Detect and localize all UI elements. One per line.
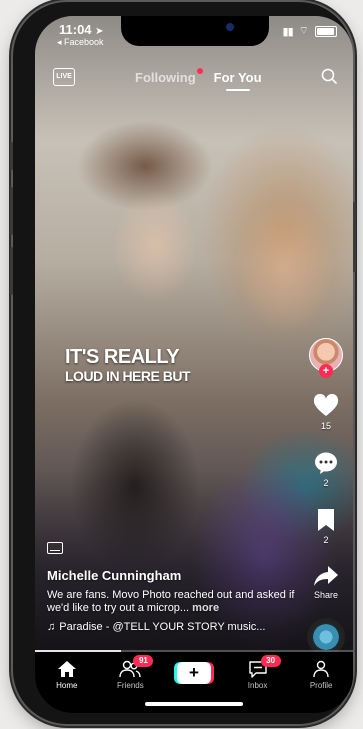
inbox-badge: 30 <box>260 655 281 667</box>
overlay-line-2: LOUD IN HERE BUT <box>65 368 191 384</box>
video-caption: Michelle Cunningham We are fans. Movo Ph… <box>47 542 297 633</box>
bookmark-icon <box>318 509 334 531</box>
like-button[interactable]: 15 <box>313 394 339 431</box>
feed-tabs: Following For You <box>135 68 262 91</box>
tab-for-you-label: For You <box>213 70 262 85</box>
save-button[interactable]: 2 <box>316 508 336 545</box>
create-button[interactable]: + <box>176 662 211 684</box>
music-track-label: Paradise - @TELL YOUR STORY music... <box>59 621 266 633</box>
side-button <box>10 142 13 170</box>
heart-icon <box>313 394 339 416</box>
back-to-app-link[interactable]: ◂ Facebook <box>57 37 104 48</box>
screen: IT'S REALLY LOUD IN HERE BUT 11:04 ➤ ◂ F… <box>35 16 353 713</box>
tab-following-label: Following <box>135 70 196 85</box>
video-description[interactable]: We are fans. Movo Photo reached out and … <box>47 589 297 615</box>
like-count: 15 <box>320 421 331 431</box>
captions-icon[interactable] <box>47 542 63 554</box>
nav-profile-label: Profile <box>309 681 333 690</box>
home-indicator[interactable] <box>145 702 243 706</box>
overlay-line-1: IT'S REALLY <box>65 346 180 368</box>
top-nav: LIVE Following For You <box>35 68 353 92</box>
side-button <box>353 202 356 272</box>
nav-create[interactable]: + <box>165 660 223 684</box>
action-rail: + 15 2 2 Share <box>305 338 347 656</box>
battery-icon <box>315 25 337 37</box>
music-note-icon: ♫ <box>47 621 56 633</box>
nav-friends-label: Friends <box>117 681 144 690</box>
share-label: Share <box>313 590 339 600</box>
status-indicators: ▮▮ ⌔ <box>283 24 337 38</box>
comment-icon <box>315 452 337 474</box>
video-overlay-text: IT'S REALLY LOUD IN HERE BUT <box>65 346 191 384</box>
tab-for-you[interactable]: For You <box>213 70 262 91</box>
phone-frame: IT'S REALLY LOUD IN HERE BUT 11:04 ➤ ◂ F… <box>10 2 356 724</box>
share-button[interactable]: Share <box>313 565 339 600</box>
friends-badge: 91 <box>133 655 154 667</box>
description-text: We are fans. Movo Photo reached out and … <box>47 589 295 614</box>
side-button <box>10 187 13 235</box>
nav-inbox-label: Inbox <box>247 681 268 690</box>
status-time: 11:04 ➤ <box>59 22 104 37</box>
nav-home-label: Home <box>56 681 78 690</box>
nav-profile[interactable]: Profile <box>292 660 350 690</box>
status-time-text: 11:04 <box>59 22 92 37</box>
home-icon <box>57 661 76 677</box>
creator-avatar[interactable]: + <box>309 338 343 378</box>
tab-following[interactable]: Following <box>135 68 203 85</box>
comment-count: 2 <box>323 478 329 488</box>
notch <box>121 16 269 46</box>
new-content-dot <box>196 68 203 74</box>
live-icon[interactable]: LIVE <box>53 68 75 86</box>
more-link[interactable]: more <box>192 602 219 614</box>
share-arrow-icon <box>314 566 338 586</box>
signal-icon: ▮▮ <box>282 25 294 38</box>
nav-inbox[interactable]: 30 Inbox <box>229 655 287 690</box>
nav-home[interactable]: Home <box>38 660 96 690</box>
follow-plus-icon[interactable]: + <box>319 364 333 378</box>
save-count: 2 <box>323 535 329 545</box>
creator-username[interactable]: Michelle Cunningham <box>47 568 297 583</box>
side-button <box>10 247 13 295</box>
camera-dot <box>226 23 234 31</box>
search-icon[interactable] <box>321 68 337 84</box>
profile-icon <box>313 660 329 678</box>
location-arrow-icon: ➤ <box>95 26 104 37</box>
comment-button[interactable]: 2 <box>313 451 339 488</box>
nav-friends[interactable]: 91 Friends <box>101 655 159 690</box>
music-track[interactable]: ♫ Paradise - @TELL YOUR STORY music... <box>47 621 297 633</box>
wifi-icon: ⌔ <box>298 25 309 37</box>
